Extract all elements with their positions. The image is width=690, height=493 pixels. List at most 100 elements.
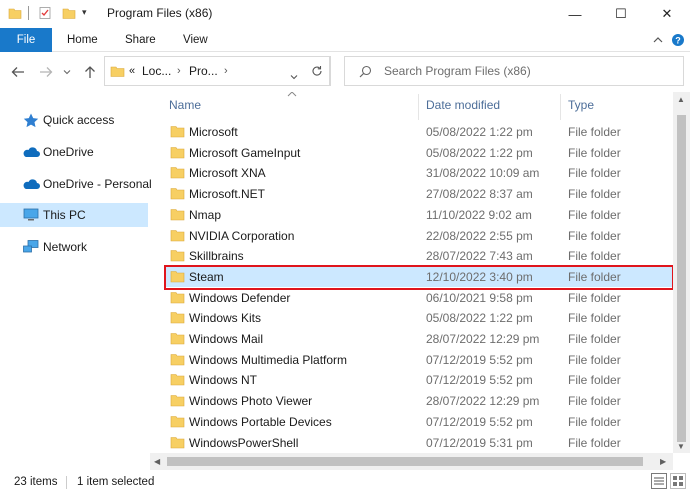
svg-text:?: ?	[675, 36, 681, 46]
file-date-modified: 05/08/2022 1:22 pm	[426, 311, 533, 326]
tab-share[interactable]: Share	[125, 28, 156, 52]
sidebar-item-onedrive[interactable]: OneDrive	[0, 140, 148, 164]
column-divider[interactable]	[418, 94, 419, 120]
file-name: WindowsPowerShell	[189, 435, 299, 450]
column-header-name[interactable]: Name	[169, 98, 201, 112]
title-bar: ▾ Program Files (x86) — ☐ ✕	[0, 0, 690, 28]
file-name: Windows Photo Viewer	[189, 394, 313, 409]
large-icons-view-icon[interactable]	[670, 473, 686, 489]
item-count: 23 items	[14, 476, 58, 488]
close-button[interactable]: ✕	[644, 0, 690, 28]
sidebar-item-label: OneDrive	[43, 145, 94, 159]
chevron-right-icon[interactable]: ›	[224, 65, 228, 77]
folder-icon	[170, 269, 185, 283]
file-date-modified: 07/12/2019 5:52 pm	[426, 414, 533, 429]
new-folder-icon[interactable]	[62, 6, 76, 23]
folder-icon	[170, 228, 185, 242]
folder-icon	[170, 310, 185, 324]
search-input[interactable]: Search Program Files (x86)	[384, 64, 531, 78]
table-row[interactable]: Windows Photo Viewer 28/07/2022 12:29 pm F…	[164, 391, 674, 411]
column-divider[interactable]	[560, 94, 561, 120]
table-row[interactable]: Windows NT 07/12/2019 5:52 pm File folder	[164, 370, 674, 390]
sidebar-item-quick-access[interactable]: Quick access	[0, 108, 148, 132]
chevron-down-icon[interactable]	[290, 69, 298, 83]
status-bar: 23 items 1 item selected	[0, 470, 690, 493]
back-button[interactable]	[8, 62, 28, 82]
tab-view[interactable]: View	[183, 28, 208, 52]
table-row[interactable]: Microsoft.NET 27/08/2022 8:37 am File fold…	[164, 184, 674, 204]
file-type: File folder	[568, 249, 621, 264]
file-date-modified: 28/07/2022 12:29 pm	[426, 394, 540, 409]
vertical-scroll-thumb[interactable]	[677, 115, 686, 442]
title-separator	[28, 6, 29, 20]
search-box[interactable]: Search Program Files (x86)	[344, 56, 684, 86]
table-row[interactable]: Windows Kits 05/08/2022 1:22 pm File folde…	[164, 308, 674, 328]
recent-locations-icon[interactable]	[60, 62, 74, 82]
folder-icon	[170, 186, 185, 200]
address-overflow[interactable]: «	[129, 65, 135, 77]
table-row[interactable]: Windows Defender 06/10/2021 9:58 pm File f…	[164, 288, 674, 308]
folder-icon	[170, 124, 185, 138]
sidebar-item-network[interactable]: Network	[0, 235, 148, 259]
table-row[interactable]: Skillbrains 28/07/2022 7:43 am File folder	[164, 246, 674, 266]
file-type: File folder	[568, 352, 621, 367]
table-row[interactable]: Microsoft XNA 31/08/2022 10:09 am File fol…	[164, 163, 674, 183]
file-date-modified: 05/08/2022 1:22 pm	[426, 145, 533, 160]
table-row[interactable]: Windows Multimedia Platform 07/12/2019 5:…	[164, 350, 674, 370]
selection-count: 1 item selected	[77, 476, 155, 488]
sort-ascending-icon	[287, 92, 297, 101]
table-row[interactable]: Steam 12/10/2022 3:40 pm File folder	[164, 266, 674, 287]
forward-button[interactable]	[36, 62, 56, 82]
breadcrumb-program-files[interactable]: Pro...	[189, 64, 218, 78]
table-row[interactable]: Nmap 11/10/2022 9:02 am File folder	[164, 205, 674, 225]
minimize-button[interactable]: —	[552, 0, 598, 28]
file-type: File folder	[568, 145, 621, 160]
expand-ribbon-icon[interactable]	[650, 32, 666, 48]
help-icon[interactable]: ?	[670, 32, 686, 48]
tab-file[interactable]: File	[0, 28, 52, 52]
table-row[interactable]: Windows Mail 28/07/2022 12:29 pm File fold…	[164, 329, 674, 349]
details-view-icon[interactable]	[651, 473, 667, 489]
cloud-icon	[22, 144, 40, 160]
breadcrumb-local-disk[interactable]: Loc...	[142, 64, 171, 78]
properties-icon[interactable]	[38, 6, 52, 23]
maximize-button[interactable]: ☐	[598, 0, 644, 28]
file-date-modified: 07/12/2019 5:52 pm	[426, 373, 533, 388]
scroll-down-icon[interactable]: ▼	[677, 442, 685, 451]
sidebar-item-label: OneDrive - Personal	[43, 177, 152, 191]
file-date-modified: 06/10/2021 9:58 pm	[426, 290, 533, 305]
customize-toolbar-icon[interactable]: ▾	[82, 7, 87, 18]
tab-home[interactable]: Home	[67, 28, 98, 52]
status-separator	[66, 476, 67, 489]
refresh-button[interactable]	[303, 56, 331, 86]
file-type: File folder	[568, 269, 621, 284]
table-row[interactable]: NVIDIA Corporation 22/08/2022 2:55 pm File…	[164, 226, 674, 246]
file-date-modified: 27/08/2022 8:37 am	[426, 187, 533, 202]
up-button[interactable]	[80, 62, 100, 82]
file-name: Windows Multimedia Platform	[189, 352, 348, 367]
address-bar[interactable]: « Loc... › Pro... ›	[104, 56, 330, 86]
file-type: File folder	[568, 414, 621, 429]
table-row[interactable]: Windows Portable Devices 07/12/2019 5:52 …	[164, 412, 674, 432]
scroll-right-icon[interactable]: ▶	[660, 457, 666, 466]
file-type: File folder	[568, 373, 621, 388]
file-type: File folder	[568, 394, 621, 409]
table-row[interactable]: WindowsPowerShell 07/12/2019 5:31 pm File …	[164, 433, 674, 453]
file-date-modified: 12/10/2022 3:40 pm	[426, 269, 533, 284]
table-row[interactable]: Microsoft 05/08/2022 1:22 pm File folder	[164, 122, 674, 142]
scroll-left-icon[interactable]: ◀	[154, 457, 160, 466]
column-header-date-modified[interactable]: Date modified	[426, 98, 500, 112]
sidebar-item-this-pc[interactable]: This PC	[0, 203, 148, 227]
file-type: File folder	[568, 228, 621, 243]
file-name: NVIDIA Corporation	[189, 228, 295, 243]
file-name: Windows Defender	[189, 290, 291, 305]
file-name: Nmap	[189, 207, 222, 222]
column-header-type[interactable]: Type	[568, 98, 594, 112]
folder-icon	[8, 6, 22, 23]
sidebar-item-onedrive-personal[interactable]: OneDrive - Personal	[0, 172, 152, 196]
scroll-up-icon[interactable]: ▲	[677, 95, 685, 104]
chevron-right-icon[interactable]: ›	[177, 65, 181, 77]
folder-icon	[170, 165, 185, 179]
table-row[interactable]: Microsoft GameInput 05/08/2022 1:22 pm Fil…	[164, 143, 674, 163]
horizontal-scroll-thumb[interactable]	[167, 457, 643, 466]
